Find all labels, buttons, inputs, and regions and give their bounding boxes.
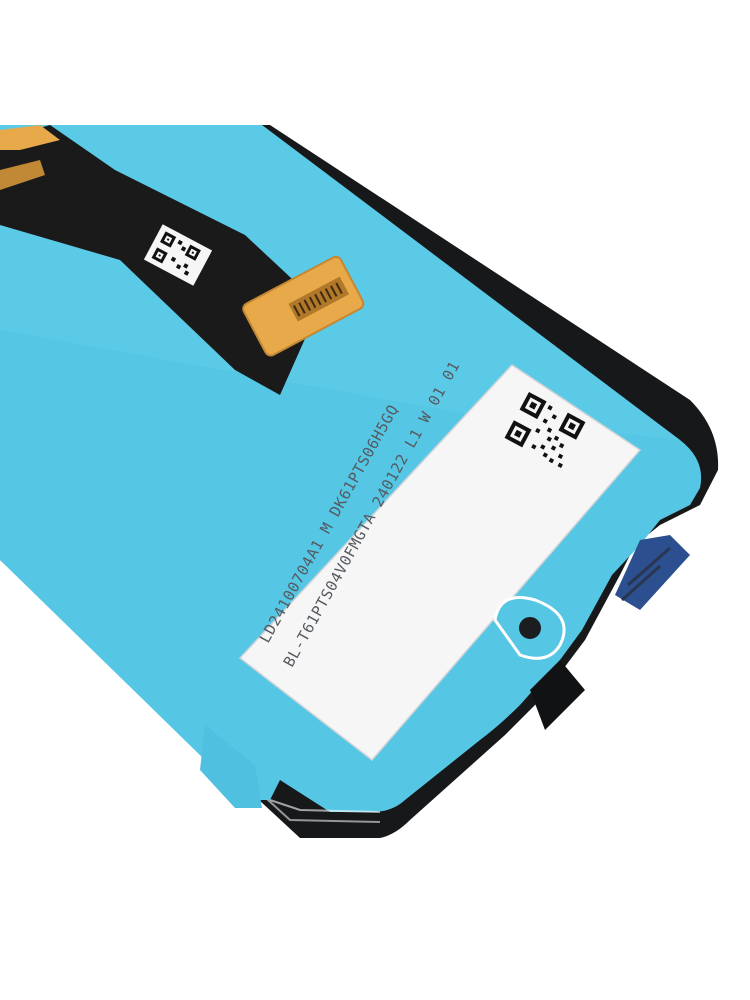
camera-hole (515, 613, 545, 643)
lcd-assembly-photo: LD24100704A1 M DK61PTS06H5GQ BL-T61PTS04… (0, 0, 750, 1000)
